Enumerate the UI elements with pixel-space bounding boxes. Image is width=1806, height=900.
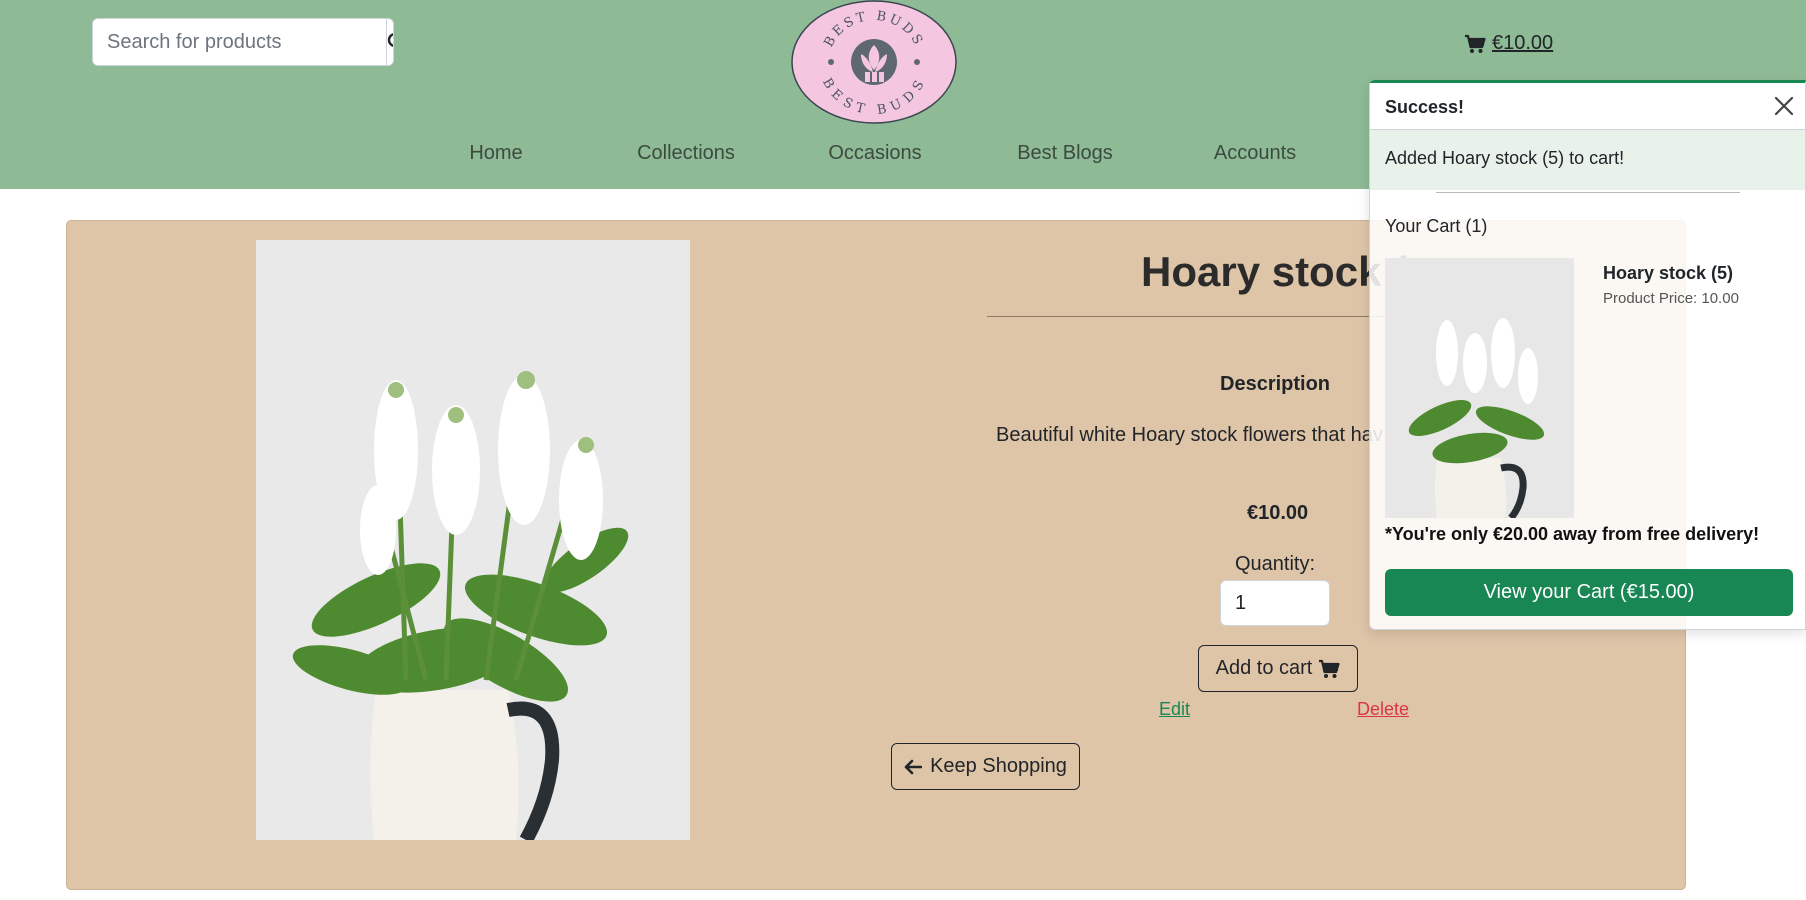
- description-heading: Description: [1220, 373, 1331, 395]
- nav-occasions[interactable]: Occasions: [828, 142, 921, 165]
- nav-best-blogs[interactable]: Best Blogs: [1017, 142, 1113, 165]
- toast-header: Success!: [1370, 83, 1805, 130]
- product-price: €10.00: [1247, 502, 1309, 524]
- quantity-input[interactable]: [1220, 580, 1330, 626]
- search-input[interactable]: [93, 19, 386, 65]
- cart-item-price: Product Price: 10.00: [1603, 290, 1739, 307]
- search-button[interactable]: [386, 19, 393, 65]
- close-icon[interactable]: [1771, 93, 1797, 119]
- toast-title: Success!: [1385, 97, 1465, 117]
- cart-item-name: Hoary stock (5): [1603, 263, 1734, 283]
- toast-message: Added Hoary stock (5) to cart!: [1385, 148, 1625, 168]
- nav-collections[interactable]: Collections: [637, 142, 735, 165]
- toast-divider: [1436, 192, 1740, 193]
- free-delivery-note: *You're only €20.00 away from free deliv…: [1385, 524, 1760, 544]
- cart-icon: [1319, 659, 1340, 678]
- edit-link[interactable]: Edit: [1159, 699, 1190, 720]
- cart-item-image: [1385, 258, 1574, 518]
- search-icon: [387, 33, 393, 47]
- logo[interactable]: BEST BUDS BEST BUDS: [791, 0, 957, 124]
- view-cart-button[interactable]: View your Cart (€15.00): [1385, 569, 1793, 616]
- product-image: [256, 240, 690, 840]
- keep-shopping-label: Keep Shopping: [930, 755, 1067, 777]
- toast-message-bar: Added Hoary stock (5) to cart!: [1370, 130, 1805, 190]
- keep-shopping-button[interactable]: Keep Shopping: [891, 743, 1080, 790]
- header-cart-link[interactable]: €10.00: [1464, 32, 1553, 55]
- description-text: Beautiful white Hoary stock flowers that…: [996, 424, 1383, 446]
- quantity-label: Quantity:: [1235, 553, 1316, 575]
- add-to-cart-button[interactable]: Add to cart: [1198, 645, 1358, 692]
- delete-link[interactable]: Delete: [1357, 699, 1409, 720]
- search-bar: [92, 18, 394, 66]
- cart-total: €10.00: [1492, 32, 1554, 54]
- add-to-cart-label: Add to cart: [1215, 657, 1313, 679]
- nav-home[interactable]: Home: [469, 142, 522, 165]
- cart-count: Your Cart (1): [1385, 216, 1488, 236]
- nav-accounts[interactable]: Accounts: [1214, 142, 1296, 165]
- arrow-left-icon: [904, 759, 923, 774]
- cart-toast: Success! Added Hoary stock (5) to cart! …: [1369, 80, 1806, 630]
- cart-icon: [1465, 34, 1486, 53]
